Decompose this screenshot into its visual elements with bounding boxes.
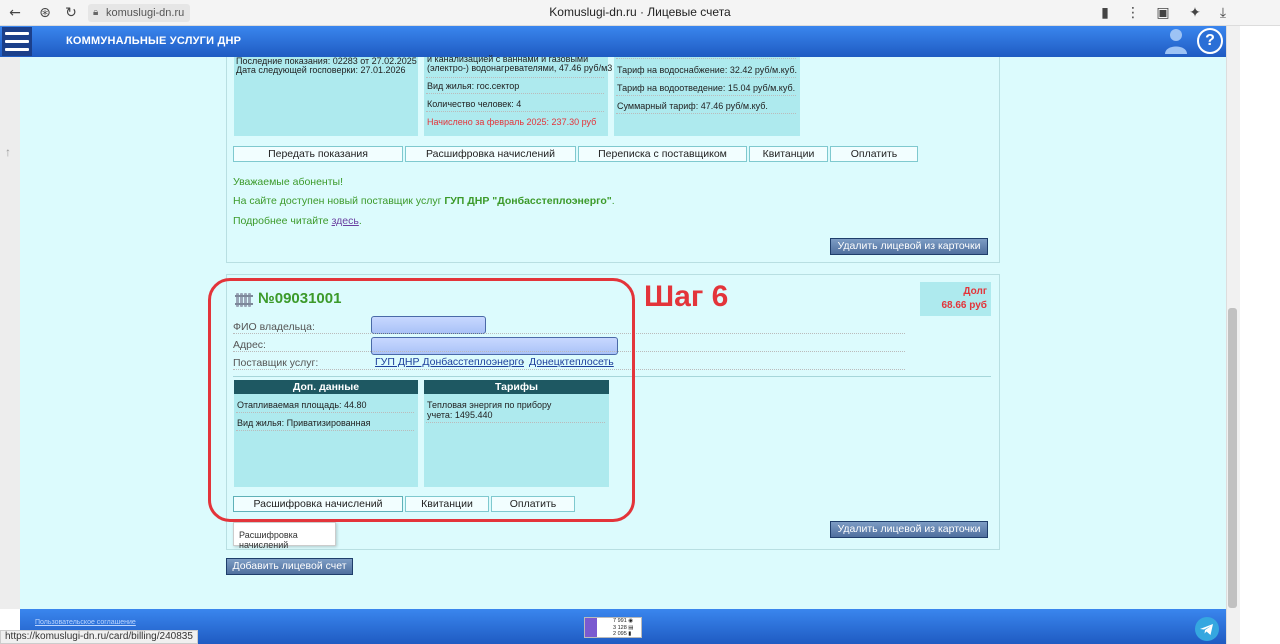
menu-dots-icon[interactable]: ⋮ (1124, 4, 1142, 22)
hamburger-menu-icon[interactable] (2, 27, 32, 56)
tariff-sewage: Тариф на водоотведение: 15.04 руб/м.куб. (617, 83, 796, 93)
collections-icon[interactable]: ▣ (1154, 4, 1172, 22)
tariff-info-line: (электро-) водонагревателями, 47.46 руб/… (427, 63, 613, 73)
telegram-icon[interactable] (1195, 617, 1219, 641)
right-margin (1240, 26, 1280, 644)
notice-details: Подробнее читайте здесь. (233, 215, 362, 227)
status-bar-url: https://komuslugi-dn.ru/card/billing/240… (0, 630, 198, 644)
divider (616, 95, 796, 96)
bookmark-icon[interactable]: ▮ (1096, 4, 1114, 22)
pay-button[interactable]: Оплатить (830, 146, 918, 162)
notice-here-link[interactable]: здесь (332, 215, 359, 227)
divider (426, 111, 604, 112)
scroll-up-arrow-icon[interactable]: ↑ (5, 145, 11, 159)
tab-title: Komuslugi-dn.ru · Лицевые счета (549, 5, 731, 19)
left-gutter: ↑ (0, 57, 20, 609)
submit-readings-button[interactable]: Передать показания (233, 146, 403, 162)
next-verification: Дата следующей госповерки: 27.01.2026 (236, 65, 406, 75)
meter-panel: Последние показания: 02283 от 27.02.2025… (234, 56, 418, 136)
debt-value: 68.66 руб (941, 300, 987, 311)
debt-badge: Долг 68.66 руб (920, 282, 991, 316)
footer: Пользовательское соглашение 7 991 ◉ 3 12… (20, 609, 1226, 644)
delete-account-button-2[interactable]: Удалить лицевой из карточки (830, 521, 988, 538)
help-icon[interactable]: ? (1197, 28, 1223, 54)
visitor-counter[interactable]: 7 991 ◉ 3 128 ▤ 2 095 ▮ (584, 617, 642, 638)
user-profile-icon[interactable] (1163, 27, 1189, 55)
browser-toolbar: ← ⊛ ↻ 🔒︎ komuslugi-dn.ru Komuslugi-dn.ru… (0, 0, 1280, 26)
download-icon[interactable]: ⤓ (1214, 4, 1232, 22)
people-count: Количество человек: 4 (427, 99, 522, 109)
counter-line: 2 095 ▮ (613, 631, 632, 637)
housing-type: Вид жилья: гос.сектор (427, 81, 520, 91)
user-agreement-link[interactable]: Пользовательское соглашение (35, 619, 136, 626)
tariff-water: Тариф на водоснабжение: 32.42 руб/м.куб. (617, 65, 797, 75)
tooltip: Расшифровка начислений (233, 522, 336, 550)
debt-label: Долг (963, 286, 987, 297)
notice-greeting: Уважаемые абоненты! (233, 176, 344, 188)
app-title[interactable]: КОММУНАЛЬНЫЕ УСЛУГИ ДНР (66, 35, 241, 47)
charged-amount: Начислено за февраль 2025: 237.30 руб (427, 117, 597, 127)
tariffs-panel-1: Тариф на водоснабжение: 32.42 руб/м.куб.… (614, 57, 800, 136)
divider (616, 113, 796, 114)
divider (426, 93, 604, 94)
charges-breakdown-button[interactable]: Расшифровка начислений (405, 146, 576, 162)
correspondence-button[interactable]: Переписка с поставщиком (578, 146, 747, 162)
add-account-button[interactable]: Добавить лицевой счет (226, 558, 353, 575)
app-header: КОММУНАЛЬНЫЕ УСЛУГИ ДНР ? (0, 26, 1226, 57)
scrollbar-thumb[interactable] (1228, 308, 1237, 608)
delete-account-button-1[interactable]: Удалить лицевой из карточки (830, 238, 988, 255)
divider (616, 77, 796, 78)
divider (426, 77, 604, 78)
receipts-button[interactable]: Квитанции (749, 146, 828, 162)
tariff-total: Суммарный тариф: 47.46 руб/м.куб. (617, 101, 768, 111)
extra-data-panel-1: и канализацией с ваннами и газовыми (эле… (424, 54, 612, 136)
divider (616, 58, 796, 59)
notice-provider: На сайте доступен новый поставщик услуг … (233, 195, 615, 207)
step-annotation: Шаг 6 (644, 280, 729, 313)
counter-logo-icon (585, 618, 597, 637)
highlight-frame (208, 278, 635, 522)
extension-icon[interactable]: ✦ (1186, 4, 1204, 22)
